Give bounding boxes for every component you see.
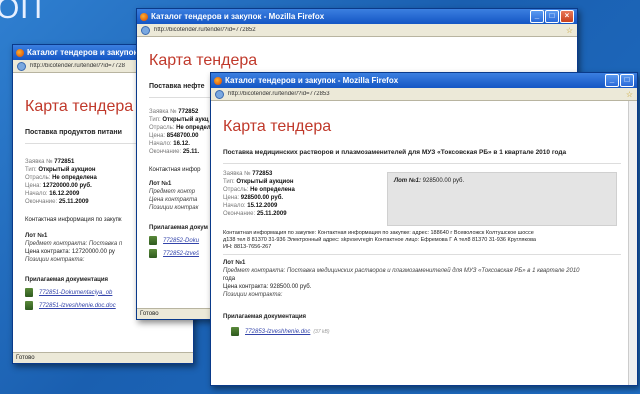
firefox-icon: [140, 12, 148, 21]
lot-positions: Позиции контракта:: [223, 292, 283, 298]
start-label: Начало:: [25, 191, 48, 197]
sector-label: Отрасль:: [149, 125, 175, 131]
type-value: Открытый аукцион: [236, 179, 294, 185]
page-title: Карта тендера: [223, 118, 332, 135]
start-label: Начало:: [149, 141, 172, 147]
document-item[interactable]: 772853-Izveshhenie.doc (37 kB): [231, 327, 621, 336]
lot-positions: Позиции контракта:: [25, 257, 85, 263]
browser-window-front[interactable]: Каталог тендеров и закупок - Mozilla Fir…: [210, 72, 638, 386]
close-button[interactable]: ×: [560, 10, 574, 23]
lot-subject: Предмет контракта: Поставка медицинских …: [223, 268, 580, 274]
type-label: Тип:: [25, 167, 37, 173]
request-label: Заявка №: [25, 159, 53, 165]
lot-subject: Предмет контракта: Поставка п: [25, 241, 123, 247]
firefox-icon: [214, 76, 222, 85]
site-icon: [17, 61, 26, 71]
price-label: Цена:: [223, 195, 240, 201]
price-label: Цена:: [149, 133, 166, 139]
sector-value: Не определена: [250, 187, 295, 193]
address-bar[interactable]: http://bicotender.ru/tender/?id=772852 ☆: [137, 24, 577, 37]
sector-value: Не определена: [52, 175, 97, 181]
start-value: 16.12.2009: [49, 191, 80, 197]
document-link[interactable]: 772851-Dokumentaciya_ob: [39, 289, 112, 297]
bookmark-star-icon[interactable]: ☆: [626, 90, 633, 99]
maximize-button[interactable]: □: [620, 74, 634, 87]
price-value: 928500.00 руб.: [240, 195, 284, 201]
document-icon: [149, 249, 157, 258]
page-title: Карта тендера: [149, 52, 258, 69]
firefox-icon: [16, 48, 24, 57]
start-label: Начало:: [223, 203, 246, 209]
request-label: Заявка №: [223, 171, 251, 177]
site-icon: [141, 25, 150, 35]
document-icon: [25, 288, 33, 297]
request-label: Заявка №: [149, 109, 177, 115]
lot-subject-cont: года: [223, 276, 236, 282]
url-text[interactable]: http://bicotender.ru/tender/?id=772853: [228, 91, 626, 97]
lotbox-value: 928500.00 руб.: [422, 178, 465, 184]
window-title: Каталог тендеров и закупок - Mozilla Fir…: [225, 76, 399, 85]
document-link[interactable]: 772852-Izveš: [163, 250, 199, 258]
lot-title: Лот №1: [223, 260, 246, 266]
end-label: Окончание:: [149, 149, 182, 155]
end-label: Окончание:: [25, 199, 58, 205]
document-icon: [231, 327, 239, 336]
title-bar[interactable]: Каталог тендеров и закупок - Mozilla Fir…: [211, 73, 637, 88]
minimize-button[interactable]: _: [605, 74, 619, 87]
document-icon: [149, 236, 157, 245]
url-text[interactable]: http://bicotender.ru/tender/?id=772852: [154, 27, 566, 33]
vertical-scrollbar[interactable]: [628, 101, 637, 385]
document-link[interactable]: 772852-Doku: [163, 237, 199, 245]
type-label: Тип:: [149, 117, 161, 123]
background-title-fragment: ОП: [0, 0, 43, 25]
lot-section: Лот №1 Предмет контракта: Поставка медиц…: [223, 259, 621, 299]
lot-subject: Предмет контр: [149, 189, 196, 195]
end-value: 25.11.2009: [256, 211, 287, 217]
type-value: Открытый аукц: [162, 117, 209, 123]
tender-subject: Поставка медицинских растворов и плазмоз…: [223, 149, 621, 164]
site-icon: [215, 89, 224, 99]
end-label: Окончание:: [223, 211, 256, 217]
contact-line: ИН: 8813-7656-267: [223, 244, 272, 250]
bookmark-star-icon[interactable]: ☆: [566, 26, 573, 35]
maximize-button[interactable]: □: [545, 10, 559, 23]
minimize-button[interactable]: _: [530, 10, 544, 23]
contact-line: Контактная информация по закупке: Контак…: [223, 230, 534, 236]
document-size: (37 kB): [313, 328, 330, 335]
sector-value: Не определ: [176, 125, 211, 131]
title-bar[interactable]: Каталог тендеров и закупок - Mozilla Fir…: [137, 9, 577, 24]
lot-positions: Позиции контрак: [149, 205, 199, 211]
window-title: Каталог тендеров и закупок - Mozilla Fir…: [151, 12, 325, 21]
sector-label: Отрасль:: [25, 175, 51, 181]
start-value: 15.12.2009: [247, 203, 278, 209]
start-value: 16.12.: [173, 141, 190, 147]
type-value: Открытый аукцион: [38, 167, 96, 173]
price-label: Цена:: [25, 183, 42, 189]
status-bar: Готово: [13, 352, 193, 363]
request-value: 772851: [54, 159, 75, 165]
lot-summary-box: Лот №1: 928500.00 руб.: [387, 172, 617, 226]
sector-label: Отрасль:: [223, 187, 249, 193]
document-icon: [25, 301, 33, 310]
price-value: 12720000.00 руб.: [42, 183, 92, 189]
docs-title: Прилагаемая документация: [223, 314, 307, 320]
request-value: 772853: [252, 171, 273, 177]
address-bar[interactable]: http://bicotender.ru/tender/?id=772853 ☆: [211, 88, 637, 101]
type-label: Тип:: [223, 179, 235, 185]
lot-price: Цена контракта: [149, 197, 198, 203]
price-value: 8548700.00: [166, 133, 199, 139]
document-link[interactable]: 772851-Izveshhenie.doc.doc: [39, 302, 116, 310]
contact-info: Контактная информация по закупке: Контак…: [223, 230, 621, 255]
request-value: 772852: [178, 109, 199, 115]
contact-line: д138 тел 8 81370 31-936 Электронный адре…: [223, 237, 536, 243]
lot-price: Цена контракта: 928500.00 руб.: [223, 284, 312, 290]
end-value: 25.11.2009: [58, 199, 89, 205]
lotbox-label: Лот №1:: [394, 178, 421, 184]
document-link[interactable]: 772853-Izveshhenie.doc: [245, 328, 310, 336]
end-value: 25.11.: [182, 149, 200, 155]
